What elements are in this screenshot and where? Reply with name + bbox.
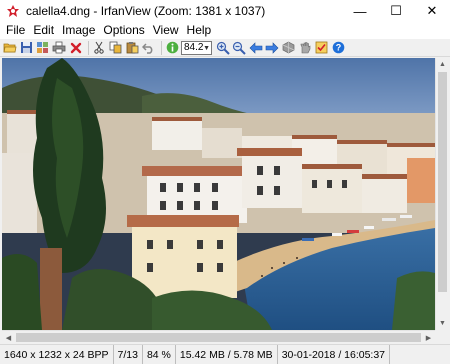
paste-icon[interactable] <box>125 40 140 55</box>
irfanview-logo-icon <box>6 4 20 18</box>
cut-icon[interactable] <box>92 40 107 55</box>
copy-icon[interactable] <box>108 40 123 55</box>
save-icon[interactable] <box>19 40 34 55</box>
status-bar: 1640 x 1232 x 24 BPP 7/13 84 % 15.42 MB … <box>0 344 450 364</box>
info-icon[interactable] <box>165 40 180 55</box>
scroll-up-icon[interactable]: ▲ <box>436 58 449 71</box>
vertical-scrollbar[interactable]: ▲ ▼ <box>435 58 448 330</box>
menu-bar: File Edit Image Options View Help <box>0 22 450 39</box>
toolbar: 84.2 ▼ ? <box>0 39 450 57</box>
previous-icon[interactable] <box>248 40 263 55</box>
window-controls: — ☐ ✕ <box>342 0 450 22</box>
status-zoom: 84 % <box>143 344 176 364</box>
status-filesize: 15.42 MB / 5.78 MB <box>176 344 278 364</box>
toolbar-separator <box>87 40 89 55</box>
menu-view[interactable]: View <box>149 22 183 39</box>
menu-image[interactable]: Image <box>58 22 99 39</box>
menu-options[interactable]: Options <box>99 22 148 39</box>
scrollbar-corner <box>435 330 448 343</box>
minimize-button[interactable]: — <box>342 0 378 22</box>
window-title: calella4.dng - IrfanView (Zoom: 1381 x 1… <box>26 4 266 18</box>
open-folder-icon[interactable] <box>2 40 17 55</box>
menu-help[interactable]: Help <box>183 22 216 39</box>
next-icon[interactable] <box>265 40 280 55</box>
delete-icon[interactable] <box>68 40 83 55</box>
title-bar[interactable]: calella4.dng - IrfanView (Zoom: 1381 x 1… <box>0 0 450 22</box>
thumbnails-icon[interactable] <box>35 40 50 55</box>
scroll-down-icon[interactable]: ▼ <box>436 317 449 330</box>
horizontal-scrollbar[interactable]: ◀ ▶ <box>2 330 435 343</box>
print-icon[interactable] <box>52 40 67 55</box>
menu-file[interactable]: File <box>2 22 29 39</box>
zoom-out-icon[interactable] <box>232 40 247 55</box>
svg-text:?: ? <box>335 43 341 53</box>
zoom-in-icon[interactable] <box>215 40 230 55</box>
image-viewport[interactable] <box>2 58 435 330</box>
close-button[interactable]: ✕ <box>414 0 450 22</box>
zoom-select-value: 84.2 <box>184 42 204 53</box>
slideshow-icon[interactable] <box>281 40 296 55</box>
photo-calella <box>2 58 435 330</box>
settings-icon[interactable] <box>314 40 329 55</box>
scroll-left-icon[interactable]: ◀ <box>2 331 15 344</box>
irfanview-window: calella4.dng - IrfanView (Zoom: 1381 x 1… <box>0 0 450 364</box>
maximize-button[interactable]: ☐ <box>378 0 414 22</box>
vertical-scroll-thumb[interactable] <box>438 72 447 292</box>
help-icon[interactable]: ? <box>331 40 346 55</box>
toolbar-separator <box>160 40 162 55</box>
scroll-right-icon[interactable]: ▶ <box>422 331 435 344</box>
status-datetime: 30-01-2018 / 16:05:37 <box>278 344 391 364</box>
status-page: 7/13 <box>114 344 143 364</box>
undo-icon[interactable] <box>141 40 156 55</box>
slideshow-hand-icon[interactable] <box>298 40 313 55</box>
horizontal-scroll-thumb[interactable] <box>16 333 421 342</box>
status-dimensions: 1640 x 1232 x 24 BPP <box>0 344 114 364</box>
chevron-down-icon: ▼ <box>203 44 210 52</box>
zoom-select[interactable]: 84.2 ▼ <box>181 40 212 55</box>
menu-edit[interactable]: Edit <box>29 22 58 39</box>
